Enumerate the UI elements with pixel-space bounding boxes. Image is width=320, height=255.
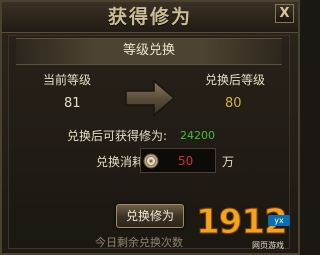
watermark-badge: yx [268, 215, 290, 226]
obtainable-label: 兑换后可获得修为: [67, 129, 168, 143]
current-level-value: 81 [64, 96, 81, 111]
coin-icon [143, 153, 159, 169]
remaining-count-text: 今日剩余兑换次数 [95, 236, 183, 249]
after-level-value: 80 [225, 96, 242, 111]
right-arrow-icon [125, 79, 176, 117]
cost-value: 50 [178, 154, 194, 168]
section-title: 等级兑换 [122, 43, 175, 58]
dialog-title: 获得修为 [107, 6, 192, 28]
current-level-label: 当前等级 [43, 73, 92, 87]
obtainable-value: 24200 [180, 129, 215, 142]
cost-unit: 万 [222, 155, 235, 169]
close-button[interactable]: X [275, 4, 294, 23]
watermark-subtitle: 网页游戏 [252, 241, 284, 250]
after-level-label: 兑换后等级 [205, 73, 266, 87]
exchange-button[interactable]: 兑换修为 [116, 204, 184, 228]
